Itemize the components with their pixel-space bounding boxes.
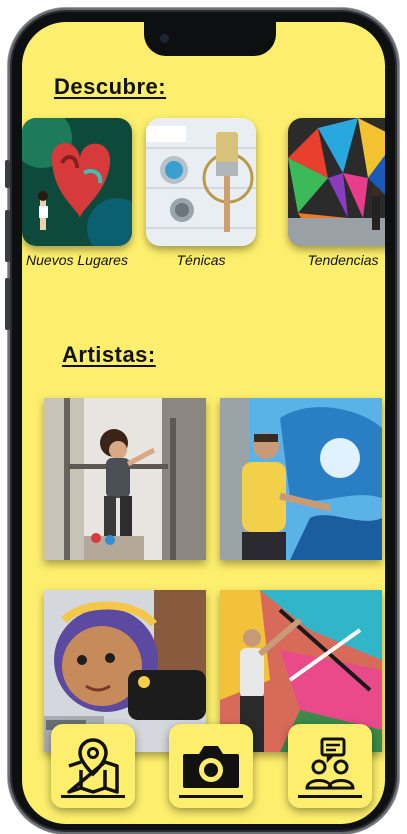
map-button-underline (61, 795, 125, 798)
discover-title: Descubre: (54, 74, 167, 99)
phone-volume-up-button (5, 210, 10, 262)
categories-carousel[interactable]: Nuevos Lugares Ténicas Tendencias (22, 118, 385, 278)
map-pin-icon (67, 738, 119, 794)
community-button[interactable] (288, 724, 372, 808)
paint-tools-image (146, 118, 256, 246)
map-button[interactable] (51, 724, 135, 808)
category-card-nuevos-lugares[interactable] (22, 118, 132, 246)
phone-side-button (5, 160, 10, 188)
front-camera (160, 34, 169, 43)
category-label-tenicas: Ténicas (176, 252, 226, 268)
phone-volume-down-button (5, 278, 10, 330)
community-button-underline (298, 795, 362, 798)
heart-mural-image (22, 118, 132, 246)
artist-card-1[interactable] (44, 398, 206, 560)
category-label-tendencias: Tendencias (307, 252, 379, 268)
category-label-nuevos-lugares: Nuevos Lugares (26, 252, 128, 268)
phone-notch (144, 22, 276, 56)
artist-blue-mural-image (220, 398, 382, 560)
category-card-tenicas[interactable] (146, 118, 256, 246)
community-chat-icon (305, 737, 355, 790)
camera-button-underline (179, 795, 243, 798)
camera-button[interactable] (169, 724, 253, 808)
camera-icon (183, 746, 239, 788)
artist-card-2[interactable] (220, 398, 382, 560)
artists-title: Artistas: (62, 342, 156, 367)
category-card-tendencias[interactable] (288, 118, 385, 246)
app-screen: Descubre: Nuevos Lugares Ténicas Tendenc… (22, 22, 385, 824)
geometric-mural-image (288, 118, 385, 246)
artist-painting-wall-image (44, 398, 206, 560)
